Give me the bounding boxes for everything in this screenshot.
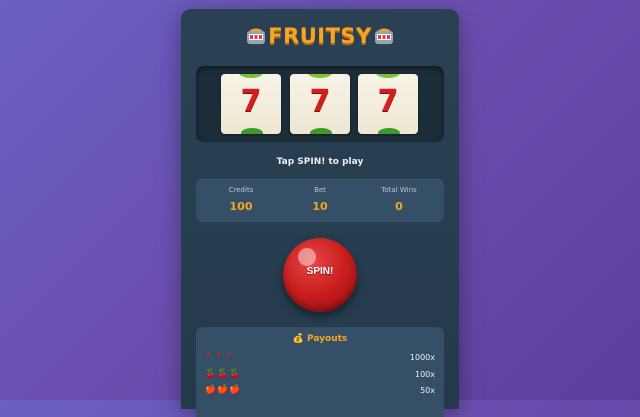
payout-combo: 🍎🍎🍎: [205, 385, 242, 395]
stat-credits: Credits 100: [200, 179, 282, 222]
game-panel: FRUITSY 7 7 7 Tap SPIN! to play Credits …: [181, 9, 459, 417]
reel-2: 7: [290, 74, 350, 134]
payout-multiplier: 50x: [420, 386, 435, 395]
spin-button[interactable]: SPIN!: [283, 238, 357, 312]
stat-value: 100: [229, 200, 253, 213]
status-message: Tap SPIN! to play: [276, 157, 364, 167]
payout-multiplier: 100x: [414, 370, 435, 379]
reel-symbol: 7: [240, 84, 262, 119]
stat-label: Bet: [314, 186, 326, 194]
payouts-title: 💰 Payouts: [292, 334, 348, 344]
payout-combo: 🍒🍒🍒: [205, 369, 242, 379]
leaf-icon: [310, 128, 332, 134]
stat-label: Total Wins: [381, 186, 417, 194]
reel-symbol: 7: [377, 84, 399, 119]
payouts-table: 💰 Payouts 7 7 7 1000x 🍒🍒🍒 100x 🍎🍎🍎 50x: [196, 327, 444, 417]
slot-machine-icon: [247, 28, 266, 44]
payout-multiplier: 1000x: [409, 353, 435, 362]
leaf-icon: [308, 74, 332, 78]
stat-value: 0: [395, 200, 403, 213]
slot-machine-icon: [374, 28, 393, 44]
leaf-icon: [378, 128, 400, 134]
spin-button-label: SPIN!: [306, 266, 334, 277]
leaf-icon: [376, 74, 400, 78]
leaf-icon: [241, 128, 263, 134]
payout-combo: 7 7 7: [205, 352, 233, 362]
payout-row: 7 7 7 1000x: [205, 352, 435, 366]
stats-bar: Credits 100 Bet 10 Total Wins 0: [196, 179, 444, 222]
payout-row: 🍎🍎🍎 50x: [205, 385, 435, 399]
game-header: FRUITSY: [181, 23, 459, 49]
stat-value: 10: [312, 200, 328, 213]
reel-1: 7: [221, 74, 281, 134]
stat-label: Credits: [228, 186, 254, 194]
stat-bet: Bet 10: [279, 179, 361, 222]
stat-total-wins: Total Wins 0: [358, 179, 440, 222]
payout-row: 🍒🍒🍒 100x: [205, 369, 435, 383]
button-shine: [298, 248, 316, 266]
reel-symbol: 7: [309, 84, 331, 119]
reel-3: 7: [358, 74, 418, 134]
reels-window: 7 7 7: [196, 66, 444, 142]
leaf-icon: [239, 74, 263, 78]
game-title: FRUITSY: [268, 24, 372, 48]
